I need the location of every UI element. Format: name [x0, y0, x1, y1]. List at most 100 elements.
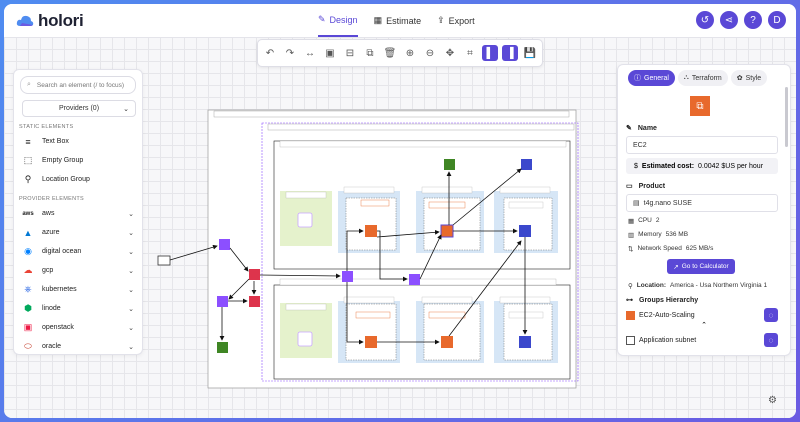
name-section: ✎ Name: [626, 124, 657, 133]
gcp-icon: ☁: [23, 265, 33, 275]
settings-gear-icon[interactable]: ⚙: [768, 395, 777, 406]
focus-group-button[interactable]: ◌: [764, 333, 778, 347]
ec2-resource-icon: ⧉: [690, 96, 710, 116]
help-icon: ?: [750, 14, 756, 26]
canvas-toolbar: ↶ ↷ ↔ ▣ ⊟ ⧉ 🗑 ⊕ ⊖ ✥ ⌗ ▌ ▐ 💾: [257, 39, 543, 67]
fit-view-icon[interactable]: ✥: [442, 45, 458, 61]
properties-tabs: ⓘ General ⛬ Terraform ✿ Style: [628, 70, 790, 86]
ungroup-icon[interactable]: ⊟: [342, 45, 358, 61]
chevron-down-icon: ⌄: [128, 229, 134, 237]
chevron-down-icon: ⌄: [123, 105, 129, 113]
group-item-ec2-auto-scaling[interactable]: EC2-Auto-Scaling ◌: [626, 307, 778, 323]
terraform-icon: ⛬: [683, 74, 689, 81]
rds-instance-b: [519, 336, 531, 348]
history-button[interactable]: ↺: [696, 11, 714, 29]
search-input[interactable]: [34, 80, 135, 90]
delete-icon[interactable]: 🗑: [382, 45, 398, 61]
zoom-out-icon[interactable]: ⊖: [422, 45, 438, 61]
dollar-icon: $: [634, 162, 638, 170]
cpu-spec: ▦ CPU 2: [628, 217, 660, 225]
aws-icon: aws: [22, 210, 34, 217]
static-item-empty-group[interactable]: ⬚ Empty Group: [14, 151, 142, 170]
style-icon: ✿: [736, 75, 743, 82]
digital-ocean-icon: ◉: [24, 246, 32, 256]
app-window: holori ✎ Design ▦ Estimate ⇪ Export ↺ ⋖ …: [4, 4, 796, 418]
group-icon[interactable]: ▣: [322, 45, 338, 61]
tab-export[interactable]: ⇪ Export: [437, 4, 475, 37]
calculator-icon: ▦: [373, 15, 383, 25]
chevron-down-icon: ⌄: [128, 210, 134, 218]
chevron-down-icon: ⌄: [128, 248, 134, 256]
static-elements-header: STATIC ELEMENTS: [19, 124, 74, 130]
nat-gateway-icon: [444, 159, 455, 170]
main-tabs: ✎ Design ▦ Estimate ⇪ Export: [318, 4, 475, 37]
s3-bucket-icon: [521, 159, 532, 170]
empty-group-icon: ⬚: [23, 155, 33, 165]
provider-item-linode[interactable]: ⬢ linode ⌄: [14, 299, 142, 318]
cloud-logo-icon: [16, 15, 34, 26]
ec2-instance-app-b: [441, 336, 453, 348]
static-item-location-group[interactable]: ⚲ Location Group: [14, 170, 142, 189]
top-actions: ↺ ⋖ ? D: [696, 11, 786, 29]
provider-item-digital-ocean[interactable]: ◉ digital ocean ⌄: [14, 242, 142, 261]
providers-dropdown[interactable]: Providers (0) ⌄: [22, 100, 136, 117]
cloudwatch-icon: [217, 342, 228, 353]
share-button[interactable]: ⋖: [720, 11, 738, 29]
provider-item-azure[interactable]: ▲ azure ⌄: [14, 223, 142, 242]
chevron-up-icon[interactable]: ⌃: [618, 322, 790, 329]
kubernetes-icon: ⎈: [24, 284, 32, 294]
provider-item-openstack[interactable]: ▣ openstack ⌄: [14, 318, 142, 337]
provider-item-oracle[interactable]: ⬭ oracle ⌄: [14, 337, 142, 354]
provider-item-kubernetes[interactable]: ⎈ kubernetes ⌄: [14, 280, 142, 299]
ec2-instance-web-a: [365, 225, 377, 237]
ec2-instance-web-b: [365, 336, 377, 348]
rds-instance-a: [519, 225, 531, 237]
search-icon: ⌕: [27, 81, 31, 88]
memory-spec: ▥ Memory 536 MB: [628, 231, 689, 239]
server-icon: ▤: [633, 200, 640, 207]
holori-logo[interactable]: holori: [16, 11, 84, 31]
azure-icon: ▲: [23, 227, 33, 238]
provider-item-aws[interactable]: aws aws ⌄: [14, 204, 142, 223]
go-to-calculator-button[interactable]: ↗ Go to Calculator: [667, 259, 735, 274]
name-field[interactable]: EC2: [626, 136, 778, 154]
left-panel-toggle-icon[interactable]: ▌: [482, 45, 498, 61]
zoom-in-icon[interactable]: ⊕: [402, 45, 418, 61]
tab-design-label: Design: [329, 14, 358, 25]
tab-design[interactable]: ✎ Design: [318, 4, 358, 37]
user-avatar[interactable]: D: [768, 11, 786, 29]
linode-icon: ⬢: [24, 303, 32, 313]
elements-panel: ⌕ Providers (0) ⌄ STATIC ELEMENTS ≡Text …: [13, 69, 143, 355]
cpu-icon: ▦: [628, 217, 635, 225]
save-icon[interactable]: 💾: [522, 45, 538, 61]
chevron-down-icon: ⌄: [128, 305, 134, 313]
product-field[interactable]: ▤ t4g.nano SUSE: [626, 194, 778, 212]
chevron-down-icon: ⌄: [128, 343, 134, 351]
element-search[interactable]: ⌕: [20, 76, 136, 94]
tab-style[interactable]: ✿ Style: [730, 70, 768, 86]
tab-estimate[interactable]: ▦ Estimate: [374, 4, 422, 37]
history-icon: ↺: [700, 14, 710, 26]
load-balancer-mid-icon: [409, 274, 420, 285]
provider-item-gcp[interactable]: ☁ gcp ⌄: [14, 261, 142, 280]
product-icon: ▭: [626, 183, 633, 190]
client-laptop-icon: [157, 255, 171, 266]
focus-group-button[interactable]: ◌: [764, 308, 778, 322]
tab-terraform[interactable]: ⛬ Terraform: [677, 70, 728, 86]
redo-icon[interactable]: ↷: [282, 45, 298, 61]
crop-icon[interactable]: ⌗: [462, 45, 478, 61]
right-panel-scrollbar[interactable]: [785, 87, 788, 147]
tab-export-label: Export: [448, 15, 475, 26]
right-panel-toggle-icon[interactable]: ▐: [502, 45, 518, 61]
connect-icon[interactable]: ↔: [302, 45, 318, 61]
group-item-application-subnet[interactable]: Application subnet ◌: [626, 332, 778, 348]
copy-icon[interactable]: ⧉: [362, 45, 378, 61]
share-icon: ⋖: [724, 14, 734, 26]
undo-icon[interactable]: ↶: [262, 45, 278, 61]
tab-general[interactable]: ⓘ General: [628, 70, 675, 86]
static-item-text-box[interactable]: ≡ Text Box: [14, 132, 142, 151]
provider-elements-header: PROVIDER ELEMENTS: [19, 196, 85, 202]
help-button[interactable]: ?: [744, 11, 762, 29]
network-spec: ⇅ Network Speed 625 MB/s: [628, 245, 714, 253]
memory-icon: ▥: [628, 231, 635, 239]
